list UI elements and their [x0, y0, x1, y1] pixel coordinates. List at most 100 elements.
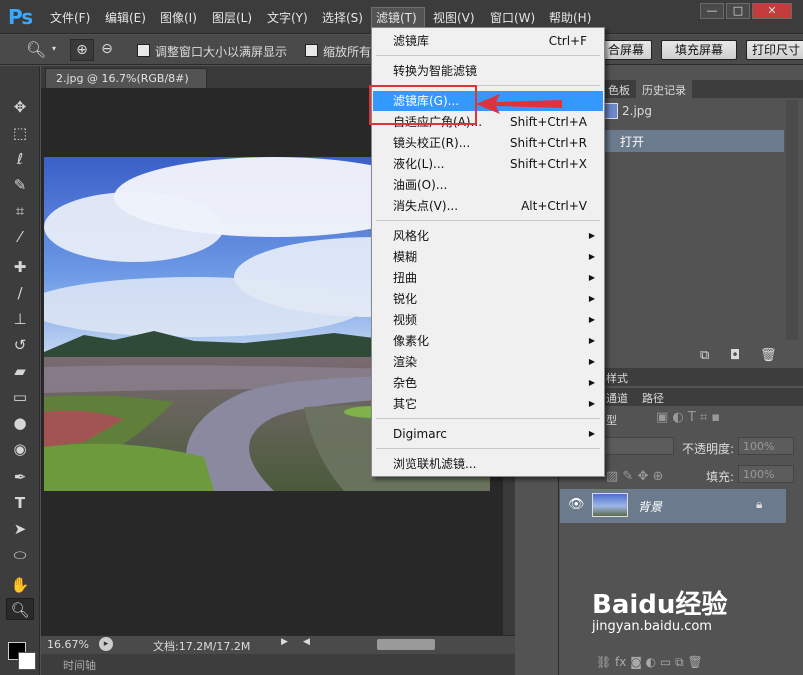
menu-item-oil-paint[interactable]: 油画(O)... [373, 175, 603, 195]
fill-screen-button[interactable]: 填充屏幕 [661, 40, 737, 60]
menu-item-label: 杂色 [393, 376, 418, 390]
menu-item-sharpen[interactable]: 锐化 ▶ [373, 289, 603, 309]
menu-type[interactable]: 文字(Y) [267, 9, 308, 26]
fit-screen-button[interactable]: 合屏幕 [600, 40, 652, 60]
quick-select-tool-icon[interactable]: ✎ [6, 174, 34, 196]
menu-item-vanishing-point[interactable]: 消失点(V)... Alt+Ctrl+V [373, 196, 603, 216]
history-snapshot[interactable]: 2.jpg [622, 104, 652, 118]
tab-styles[interactable]: 样式 [600, 368, 634, 386]
tab-history[interactable]: 历史记录 [636, 80, 692, 98]
hand-tool-icon[interactable]: ✋ [6, 574, 34, 596]
shape-tool-icon[interactable]: ⬭ [6, 544, 34, 566]
history-brush-tool-icon[interactable]: ↺ [6, 334, 34, 356]
zoom-out-icon[interactable]: ⊖ [96, 39, 118, 61]
zoom-tool-icon[interactable]: 🔍︎ [6, 598, 34, 620]
menu-item-pixelate[interactable]: 像素化 ▶ [373, 331, 603, 351]
crop-tool-icon[interactable]: ⌗ [6, 200, 34, 222]
tab-paths[interactable]: 路径 [636, 388, 670, 406]
menu-file[interactable]: 文件(F) [50, 9, 90, 26]
lock-options-icon[interactable]: ▨ ✎ ✥ ⊕ [606, 469, 663, 484]
filter-pixel-icon[interactable]: ▣ ◐ T ⌗ ▪ [656, 410, 720, 425]
submenu-arrow-icon: ▶ [588, 315, 595, 324]
menu-item-label: 视频 [393, 313, 418, 327]
chevron-down-icon[interactable]: ▾ [52, 44, 56, 53]
gradient-tool-icon[interactable]: ▭ [6, 386, 34, 408]
blend-mode-select[interactable] [604, 437, 674, 455]
pen-tool-icon[interactable]: ✒ [6, 466, 34, 488]
visibility-eye-icon[interactable]: 👁︎ [568, 497, 585, 512]
path-select-tool-icon[interactable]: ➤ [6, 518, 34, 540]
menu-separator [376, 55, 600, 56]
scroll-left-icon[interactable]: ◀ [303, 637, 310, 647]
menu-item-noise[interactable]: 杂色 ▶ [373, 373, 603, 393]
menu-item-lens-correction[interactable]: 镜头校正(R)... Shift+Ctrl+R [373, 133, 603, 153]
menu-item-stylize[interactable]: 风格化 ▶ [373, 226, 603, 246]
vertical-scrollbar[interactable] [503, 470, 515, 636]
zoom-readout[interactable]: 16.67% [47, 638, 89, 651]
menu-item-liquify[interactable]: 液化(L)... Shift+Ctrl+X [373, 154, 603, 174]
zoom-tool-icon[interactable]: 🔍︎ [26, 40, 46, 59]
stamp-tool-icon[interactable]: ⊥ [6, 308, 34, 330]
zoom-all-checkbox[interactable] [305, 44, 318, 57]
menu-item-blur[interactable]: 模糊 ▶ [373, 247, 603, 267]
brush-tool-icon[interactable]: ∕ [6, 282, 34, 304]
menu-item-digimarc[interactable]: Digimarc ▶ [373, 424, 603, 444]
menu-select[interactable]: 选择(S) [322, 9, 363, 26]
eyedropper-tool-icon[interactable]: ⁄ [6, 226, 34, 248]
layer-thumbnail [592, 493, 628, 517]
annotation-highlight-box [369, 85, 477, 125]
menu-item-label: 消失点(V)... [393, 199, 459, 213]
menu-item-last-filter[interactable]: 滤镜库 Ctrl+F [373, 31, 603, 51]
background-color-swatch[interactable] [18, 652, 36, 670]
zoom-in-icon[interactable]: ⊕ [70, 39, 94, 61]
blur-tool-icon[interactable]: ● [6, 412, 34, 434]
layer-row-background[interactable]: 👁︎ 背景 🔒︎ [560, 489, 786, 523]
layer-name[interactable]: 背景 [638, 498, 662, 515]
menu-window[interactable]: 窗口(W) [490, 9, 535, 26]
timeline-label[interactable]: 时间轴 [63, 657, 96, 673]
healing-tool-icon[interactable]: ✚ [6, 256, 34, 278]
print-size-button[interactable]: 打印尺寸 [746, 40, 803, 60]
menu-item-other[interactable]: 其它 ▶ [373, 394, 603, 414]
status-arrow-icon[interactable]: ▶ [281, 637, 288, 647]
resize-window-checkbox[interactable] [137, 44, 150, 57]
marquee-tool-icon[interactable]: ⬚ [6, 122, 34, 144]
menu-item-video[interactable]: 视频 ▶ [373, 310, 603, 330]
type-tool-icon[interactable]: T [6, 492, 34, 514]
lasso-tool-icon[interactable]: ℓ [6, 148, 34, 170]
snapshot-thumbnail [604, 103, 618, 119]
menu-view[interactable]: 视图(V) [433, 9, 475, 26]
trash-icon[interactable]: 🗑︎ [760, 348, 777, 363]
history-state-row[interactable]: 打开 [604, 130, 784, 152]
close-button[interactable]: ✕ [752, 3, 792, 19]
menu-layer[interactable]: 图层(L) [212, 9, 252, 26]
menu-image[interactable]: 图像(I) [160, 9, 197, 26]
menu-item-distort[interactable]: 扭曲 ▶ [373, 268, 603, 288]
menu-item-render[interactable]: 渲染 ▶ [373, 352, 603, 372]
menu-item-browse-filters-online[interactable]: 浏览联机滤镜... [373, 454, 603, 474]
watermark-url: jingyan.baidu.com [592, 619, 712, 634]
new-document-icon[interactable]: ⧉ [700, 348, 709, 363]
dodge-tool-icon[interactable]: ◉ [6, 438, 34, 460]
submenu-arrow-icon: ▶ [588, 399, 595, 408]
menu-item-label: 滤镜库 [393, 34, 430, 48]
menu-filter[interactable]: 滤镜(T) [376, 9, 417, 26]
camera-icon[interactable]: ◘ [730, 348, 740, 363]
minimize-button[interactable]: — [700, 3, 724, 19]
menu-edit[interactable]: 编辑(E) [105, 9, 146, 26]
document-tab[interactable]: 2.jpg @ 16.7%(RGB/8#) [45, 68, 207, 88]
horizontal-scrollbar-thumb[interactable] [377, 639, 435, 650]
eraser-tool-icon[interactable]: ▰ [6, 360, 34, 382]
tab-swatches[interactable]: 色板 [602, 80, 636, 98]
opacity-field[interactable]: 100% [738, 437, 794, 455]
history-scrollbar[interactable] [786, 100, 798, 340]
layer-bottom-icons[interactable]: ⛓ fx ◙ ◐ ▭ ⧉ 🗑︎ [596, 655, 703, 670]
fill-field[interactable]: 100% [738, 465, 794, 483]
maximize-button[interactable]: □ [726, 3, 750, 19]
menu-help[interactable]: 帮助(H) [549, 9, 591, 26]
tab-channels[interactable]: 通道 [600, 388, 634, 406]
submenu-arrow-icon: ▶ [588, 294, 595, 303]
move-tool-icon[interactable]: ✥ [6, 96, 34, 118]
menu-item-convert-smart-filter[interactable]: 转换为智能滤镜 [373, 61, 603, 81]
status-info-icon[interactable]: ▸ [99, 637, 113, 651]
